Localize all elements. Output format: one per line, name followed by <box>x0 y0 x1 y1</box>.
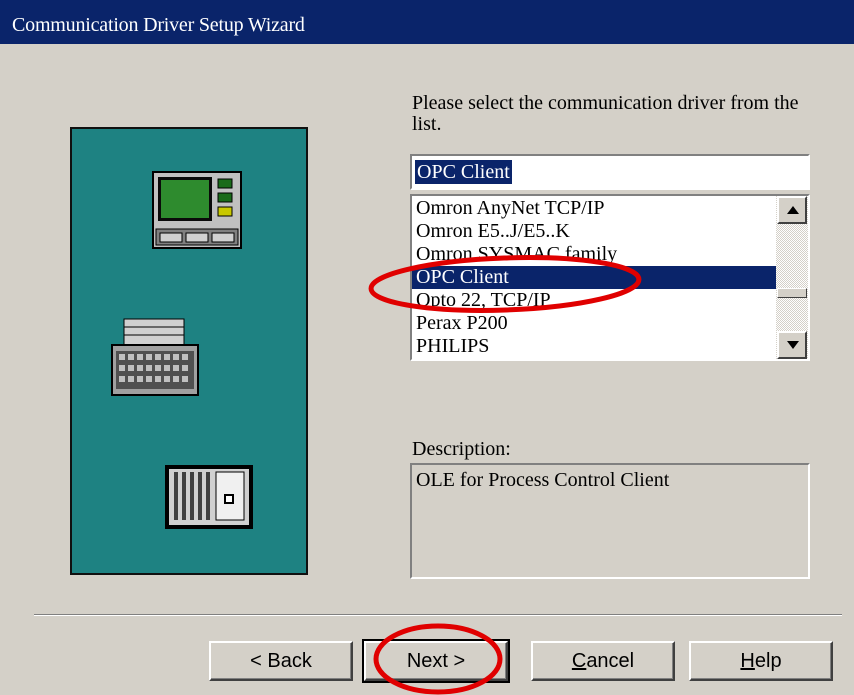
description-label: Description: <box>412 438 511 460</box>
vertical-scrollbar[interactable] <box>776 196 808 359</box>
list-item[interactable]: Omron SYSMAC family <box>412 243 776 266</box>
cancel-button[interactable]: Cancel <box>531 641 675 681</box>
wizard-art-panel <box>70 127 308 575</box>
driver-name-field[interactable]: OPC Client <box>410 154 810 190</box>
hmi-terminal-icon <box>152 171 242 249</box>
scroll-up-arrow-icon <box>787 206 799 214</box>
scroll-thumb[interactable] <box>777 288 807 298</box>
scroll-up-button[interactable] <box>777 196 807 224</box>
plc-rack-icon <box>165 465 253 529</box>
help-mnemonic: H <box>740 649 755 672</box>
back-button[interactable]: < Back <box>209 641 353 681</box>
button-separator <box>34 614 842 616</box>
window-title: Communication Driver Setup Wizard <box>12 14 305 36</box>
help-button[interactable]: Help <box>689 641 833 681</box>
help-rest: elp <box>754 649 782 672</box>
next-button-label: Next > <box>406 649 466 672</box>
next-button[interactable]: Next > <box>362 639 510 683</box>
cancel-rest: ancel <box>586 649 635 672</box>
list-item[interactable]: Omron E5..J/E5..K <box>412 220 776 243</box>
title-bar: Communication Driver Setup Wizard <box>0 0 854 44</box>
description-box: OLE for Process Control Client <box>410 463 810 579</box>
driver-list: Omron AnyNet TCP/IP Omron E5..J/E5..K Omro… <box>412 197 776 358</box>
list-item[interactable]: OPC Client <box>412 266 776 289</box>
cancel-button-label: Cancel <box>572 650 634 673</box>
back-button-label: < Back <box>250 649 312 672</box>
list-item[interactable]: PHILIPS <box>412 335 776 358</box>
list-item[interactable]: Opto 22, TCP/IP <box>412 289 776 312</box>
list-item[interactable]: Omron AnyNet TCP/IP <box>412 197 776 220</box>
cancel-mnemonic: C <box>571 649 587 672</box>
instruction-text: Please select the communication driver f… <box>412 92 799 135</box>
list-item[interactable]: Perax P200 <box>412 312 776 335</box>
help-button-label: Help <box>740 650 781 673</box>
printer-icon <box>111 318 199 396</box>
scroll-down-button[interactable] <box>777 331 807 359</box>
scroll-down-arrow-icon <box>787 341 799 349</box>
driver-name-value: OPC Client <box>415 160 512 184</box>
description-text: OLE for Process Control Client <box>416 469 670 491</box>
driver-listbox[interactable]: Omron AnyNet TCP/IP Omron E5..J/E5..K Omro… <box>410 194 810 361</box>
